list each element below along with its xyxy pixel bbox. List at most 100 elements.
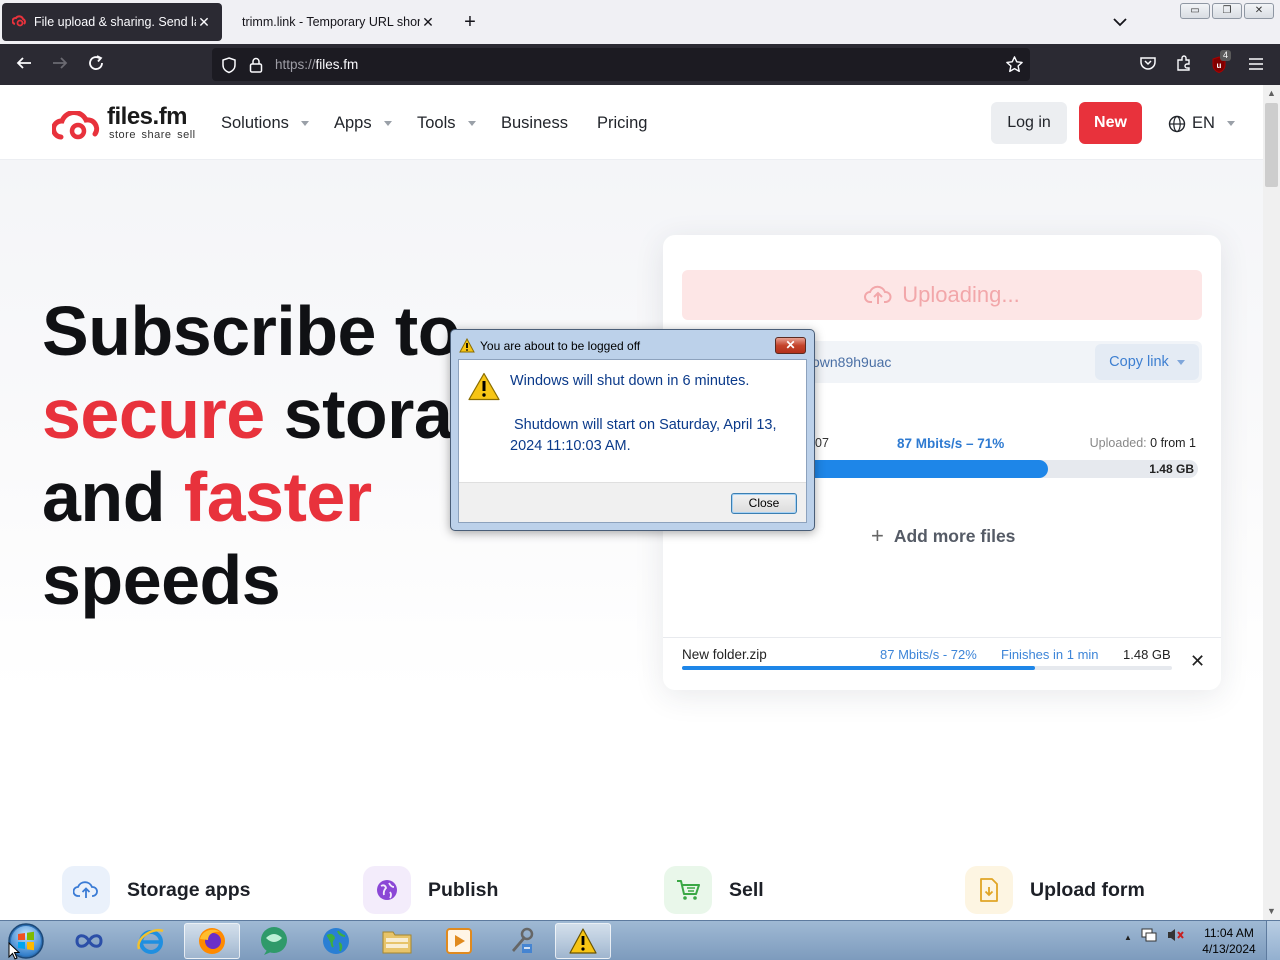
add-more-files-label: Add more files xyxy=(893,525,1016,546)
nav-tools[interactable]: Tools xyxy=(417,114,476,133)
nav-apps[interactable]: Apps xyxy=(334,114,392,133)
url-host: files.fm xyxy=(315,57,359,72)
share-link-text: own89h9uac xyxy=(812,354,892,370)
minimize-window-button[interactable]: ▭ xyxy=(1180,3,1210,19)
language-label: EN xyxy=(1192,114,1215,132)
pocket-icon[interactable] xyxy=(1137,54,1159,76)
close-window-button[interactable]: ✕ xyxy=(1244,3,1274,19)
headline-line-4: speeds xyxy=(42,541,281,619)
nav-tools-label: Tools xyxy=(417,114,456,132)
tab-trimm-link[interactable]: trimm.link - Temporary URL shortener ✕ xyxy=(226,3,446,41)
nav-apps-label: Apps xyxy=(334,114,372,132)
nav-solutions[interactable]: Solutions xyxy=(221,114,309,133)
reload-icon[interactable] xyxy=(85,54,107,76)
browser-nav-bar: https://files.fm u 4 xyxy=(0,44,1280,85)
tab-close-icon[interactable]: ✕ xyxy=(196,14,212,31)
overall-size: 1.48 GB xyxy=(1149,462,1194,476)
plus-icon: + xyxy=(871,523,884,548)
copy-link-button[interactable]: Copy link xyxy=(1095,344,1199,380)
network-icon[interactable] xyxy=(1140,927,1158,948)
extension-badge: 4 xyxy=(1220,50,1232,61)
firefox-icon[interactable] xyxy=(184,923,240,959)
url-scheme: https:// xyxy=(275,57,316,72)
files-fm-logo[interactable]: files.fm store share sell xyxy=(51,103,202,145)
chat-app-icon[interactable] xyxy=(246,923,302,959)
windows-taskbar: ▲ 11:04 AM 4/13/2024 xyxy=(0,920,1280,960)
close-button[interactable]: Close xyxy=(731,493,797,514)
clock-time: 11:04 AM xyxy=(1204,926,1254,940)
nav-pricing-label: Pricing xyxy=(597,114,648,132)
add-more-files-button[interactable]: + Add more files xyxy=(871,523,1015,549)
tracking-shield-icon[interactable] xyxy=(220,56,238,79)
feature-sell[interactable]: Sell xyxy=(664,866,764,914)
dialog-titlebar[interactable]: You are about to be logged off ✕ xyxy=(451,330,814,358)
warning-icon xyxy=(459,337,475,358)
svg-text:u: u xyxy=(1217,61,1222,70)
login-button[interactable]: Log in xyxy=(991,102,1067,144)
file-finishes: Finishes in 1 min xyxy=(1001,647,1099,662)
language-selector[interactable]: EN xyxy=(1168,114,1235,133)
site-header: files.fm store share sell Solutions Apps… xyxy=(0,85,1263,160)
scroll-down-arrow-icon[interactable]: ▼ xyxy=(1263,903,1280,920)
window-controls: ▭ ❐ ✕ xyxy=(1180,3,1274,19)
cart-icon xyxy=(664,866,712,914)
progress-file-count: 07 xyxy=(815,436,829,450)
internet-explorer-icon[interactable] xyxy=(123,923,179,959)
list-all-tabs-chevron-icon[interactable] xyxy=(1110,12,1130,32)
cancel-upload-close-icon[interactable]: ✕ xyxy=(1190,651,1205,672)
chevron-down-icon xyxy=(467,121,476,126)
file-explorer-icon[interactable] xyxy=(369,923,425,959)
chevron-down-icon xyxy=(1226,121,1235,126)
restore-window-button[interactable]: ❐ xyxy=(1212,3,1242,19)
scroll-up-arrow-icon[interactable]: ▲ xyxy=(1263,85,1280,102)
tab-close-icon[interactable]: ✕ xyxy=(420,14,436,31)
feature-label: Publish xyxy=(428,878,499,901)
nav-pricing[interactable]: Pricing xyxy=(597,114,647,133)
address-bar[interactable]: https://files.fm xyxy=(212,48,1030,81)
feature-label: Sell xyxy=(729,878,764,901)
dialog-message-start-time: Shutdown will start on Saturday, April 1… xyxy=(510,417,777,454)
ublock-origin-icon[interactable]: u 4 xyxy=(1208,50,1232,76)
page-scrollbar[interactable]: ▲ ▼ xyxy=(1263,85,1280,920)
tab-files-fm[interactable]: File upload & sharing. Send large files … xyxy=(2,3,222,41)
warning-icon[interactable] xyxy=(555,923,611,959)
bookmark-star-icon[interactable] xyxy=(1005,55,1024,79)
uploading-button[interactable]: Uploading... xyxy=(682,270,1202,320)
media-player-icon[interactable] xyxy=(431,923,487,959)
nav-solutions-label: Solutions xyxy=(221,114,289,132)
feature-publish[interactable]: Publish xyxy=(363,866,498,914)
headline-faster-word: faster xyxy=(183,458,372,536)
progress-uploaded: Uploaded: 0 from 1 xyxy=(1090,436,1196,450)
dialog-close-icon[interactable]: ✕ xyxy=(775,337,806,354)
globe-app-icon[interactable] xyxy=(308,923,364,959)
network-tools-icon[interactable] xyxy=(493,923,549,959)
feature-upload-form[interactable]: Upload form xyxy=(965,866,1145,914)
feature-storage-apps[interactable]: Storage apps xyxy=(62,866,251,914)
file-size: 1.48 GB xyxy=(1123,647,1171,662)
hamburger-menu-icon[interactable] xyxy=(1245,54,1267,76)
clock-date: 4/13/2024 xyxy=(1202,942,1256,956)
chevron-down-icon xyxy=(1176,359,1185,365)
back-arrow-icon[interactable] xyxy=(13,54,35,76)
logo-tagline: store share sell xyxy=(109,129,196,141)
cloud-upload-icon xyxy=(864,284,892,306)
file-name: New folder.zip xyxy=(682,647,767,662)
scroll-thumb[interactable] xyxy=(1265,103,1278,187)
uploaded-label: Uploaded: xyxy=(1089,436,1147,450)
show-hidden-icons-chevron-icon[interactable]: ▲ xyxy=(1124,933,1132,942)
new-button[interactable]: New xyxy=(1079,102,1142,144)
show-desktop-button[interactable] xyxy=(1266,921,1280,960)
infinity-app-icon[interactable] xyxy=(61,923,117,959)
extensions-puzzle-icon[interactable] xyxy=(1173,54,1195,76)
new-tab-plus-icon[interactable]: + xyxy=(458,10,482,34)
file-progress-fill xyxy=(682,666,1035,670)
system-clock[interactable]: 11:04 AM 4/13/2024 xyxy=(1196,925,1262,957)
forward-arrow-icon[interactable] xyxy=(49,54,71,76)
feature-label: Upload form xyxy=(1030,878,1145,901)
dialog-footer: Close xyxy=(459,482,806,522)
volume-muted-icon[interactable] xyxy=(1166,927,1186,948)
uploaded-value: 0 from 1 xyxy=(1150,436,1196,450)
chevron-down-icon xyxy=(300,121,309,126)
nav-business[interactable]: Business xyxy=(501,114,568,133)
lock-icon[interactable] xyxy=(248,56,264,79)
